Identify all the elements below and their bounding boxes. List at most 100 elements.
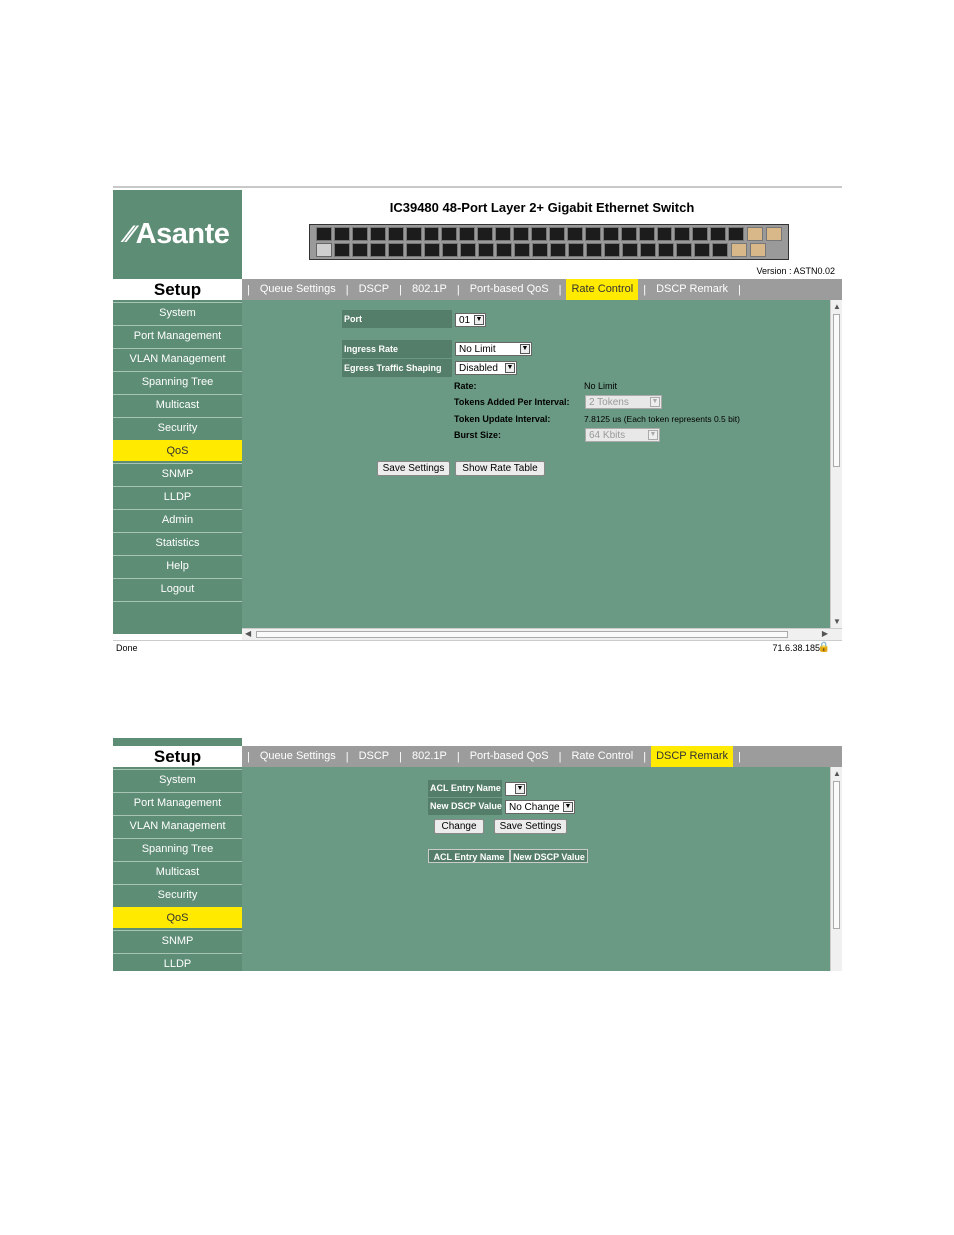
sidebar-item-lldp[interactable]: LLDP bbox=[113, 486, 242, 507]
port-icon[interactable] bbox=[640, 243, 656, 257]
port-icon[interactable] bbox=[728, 227, 745, 241]
port-icon[interactable] bbox=[370, 243, 386, 257]
port-icon[interactable] bbox=[622, 243, 638, 257]
port-icon[interactable] bbox=[388, 243, 404, 257]
sfp-port-icon[interactable] bbox=[766, 227, 782, 241]
port-icon[interactable] bbox=[550, 243, 566, 257]
sidebar-item-snmp[interactable]: SNMP bbox=[113, 463, 242, 484]
new-dscp-value-select[interactable]: No Change ▼ bbox=[505, 800, 575, 814]
ingress-rate-select[interactable]: No Limit ▼ bbox=[455, 342, 532, 356]
sidebar-item-port-management[interactable]: Port Management bbox=[113, 325, 242, 346]
horizontal-scrollbar[interactable]: ◀ ▶ bbox=[242, 628, 842, 640]
sidebar-item-port-management[interactable]: Port Management bbox=[113, 792, 242, 813]
port-icon[interactable] bbox=[586, 243, 602, 257]
port-icon[interactable] bbox=[334, 243, 350, 257]
sidebar-item-system[interactable]: System bbox=[113, 302, 242, 323]
scroll-thumb[interactable] bbox=[833, 781, 840, 929]
sidebar-item-multicast[interactable]: Multicast bbox=[113, 394, 242, 415]
port-icon[interactable] bbox=[602, 227, 619, 241]
sidebar-item-spanning-tree[interactable]: Spanning Tree bbox=[113, 371, 242, 392]
sidebar-item-admin[interactable]: Admin bbox=[113, 509, 242, 530]
tab-rate-control[interactable]: Rate Control bbox=[566, 746, 638, 767]
sidebar-item-vlan-management[interactable]: VLAN Management bbox=[113, 348, 242, 369]
burst-size-select[interactable]: 64 Kbits ▼ bbox=[585, 428, 660, 442]
sidebar-item-help[interactable]: Help bbox=[113, 555, 242, 576]
sidebar-item-qos[interactable]: QoS bbox=[113, 440, 242, 461]
port-icon[interactable] bbox=[676, 243, 692, 257]
sfp-port-icon[interactable] bbox=[731, 243, 747, 257]
port-icon[interactable] bbox=[656, 227, 673, 241]
port-icon[interactable] bbox=[658, 243, 674, 257]
port-icon[interactable] bbox=[692, 227, 709, 241]
scroll-thumb[interactable] bbox=[256, 631, 788, 638]
port-icon[interactable] bbox=[352, 243, 368, 257]
sidebar-item-spanning-tree[interactable]: Spanning Tree bbox=[113, 838, 242, 859]
sidebar-item-lldp[interactable]: LLDP bbox=[113, 953, 242, 971]
port-icon[interactable] bbox=[712, 243, 728, 257]
tab-dscp[interactable]: DSCP bbox=[354, 746, 395, 767]
change-button[interactable]: Change bbox=[434, 819, 484, 834]
port-icon[interactable] bbox=[459, 227, 476, 241]
tokens-select[interactable]: 2 Tokens ▼ bbox=[585, 395, 662, 409]
port-icon[interactable] bbox=[441, 227, 458, 241]
sidebar-item-snmp[interactable]: SNMP bbox=[113, 930, 242, 951]
tab-802-1p[interactable]: 802.1P bbox=[407, 746, 452, 767]
scroll-down-icon[interactable]: ▼ bbox=[833, 617, 841, 626]
port-icon[interactable] bbox=[316, 227, 332, 241]
scroll-up-icon[interactable]: ▲ bbox=[833, 302, 841, 311]
port-icon[interactable] bbox=[710, 227, 727, 241]
tab-dscp-remark[interactable]: DSCP Remark bbox=[651, 746, 734, 767]
sidebar-item-security[interactable]: Security bbox=[113, 884, 242, 905]
tab-dscp[interactable]: DSCP bbox=[354, 279, 395, 300]
tab-queue-settings[interactable]: Queue Settings bbox=[255, 746, 341, 767]
sidebar-item-vlan-management[interactable]: VLAN Management bbox=[113, 815, 242, 836]
port-icon[interactable] bbox=[496, 243, 512, 257]
sidebar-item-logout[interactable]: Logout bbox=[113, 578, 242, 599]
sidebar-item-multicast[interactable]: Multicast bbox=[113, 861, 242, 882]
sidebar-item-security[interactable]: Security bbox=[113, 417, 242, 438]
sidebar-item-system[interactable]: System bbox=[113, 769, 242, 790]
egress-shaping-select[interactable]: Disabled ▼ bbox=[455, 361, 517, 375]
scroll-left-icon[interactable]: ◀ bbox=[245, 629, 251, 638]
scroll-up-icon[interactable]: ▲ bbox=[833, 769, 841, 778]
tab-queue-settings[interactable]: Queue Settings bbox=[255, 279, 341, 300]
port-icon[interactable] bbox=[387, 227, 404, 241]
tab-802-1p[interactable]: 802.1P bbox=[407, 279, 452, 300]
port-icon[interactable] bbox=[513, 227, 530, 241]
port-icon[interactable] bbox=[604, 243, 620, 257]
port-icon[interactable] bbox=[351, 227, 368, 241]
port-icon[interactable] bbox=[531, 227, 547, 241]
vertical-scrollbar[interactable]: ▲ ▼ bbox=[830, 300, 842, 628]
port-icon[interactable] bbox=[369, 227, 386, 241]
scroll-right-icon[interactable]: ▶ bbox=[822, 629, 828, 638]
port-icon[interactable] bbox=[548, 227, 565, 241]
port-icon[interactable] bbox=[495, 227, 512, 241]
port-icon[interactable] bbox=[514, 243, 530, 257]
scroll-thumb[interactable] bbox=[833, 314, 840, 467]
sfp-port-icon[interactable] bbox=[750, 243, 766, 257]
port-icon[interactable] bbox=[568, 243, 584, 257]
port-icon[interactable] bbox=[478, 243, 494, 257]
save-settings-button[interactable]: Save Settings bbox=[377, 461, 450, 476]
port-icon[interactable] bbox=[423, 227, 440, 241]
port-icon[interactable] bbox=[694, 243, 710, 257]
vertical-scrollbar[interactable]: ▲ bbox=[830, 767, 842, 971]
port-icon[interactable] bbox=[638, 227, 655, 241]
sidebar-item-qos[interactable]: QoS bbox=[113, 907, 242, 928]
port-icon[interactable] bbox=[405, 227, 422, 241]
sidebar-item-statistics[interactable]: Statistics bbox=[113, 532, 242, 553]
port-icon[interactable] bbox=[333, 227, 350, 241]
port-icon[interactable] bbox=[674, 227, 691, 241]
port-icon[interactable] bbox=[477, 227, 494, 241]
port-icon[interactable] bbox=[584, 227, 601, 241]
port-icon[interactable] bbox=[566, 227, 583, 241]
port-icon-selected[interactable] bbox=[316, 243, 332, 257]
port-icon[interactable] bbox=[442, 243, 458, 257]
port-icon[interactable] bbox=[424, 243, 440, 257]
acl-entry-name-select[interactable]: ▼ bbox=[505, 782, 527, 796]
port-select[interactable]: 01 ▼ bbox=[455, 313, 486, 327]
tab-dscp-remark[interactable]: DSCP Remark bbox=[651, 279, 733, 300]
port-icon[interactable] bbox=[406, 243, 422, 257]
sfp-port-icon[interactable] bbox=[747, 227, 764, 241]
tab-port-based-qos[interactable]: Port-based QoS bbox=[465, 746, 554, 767]
